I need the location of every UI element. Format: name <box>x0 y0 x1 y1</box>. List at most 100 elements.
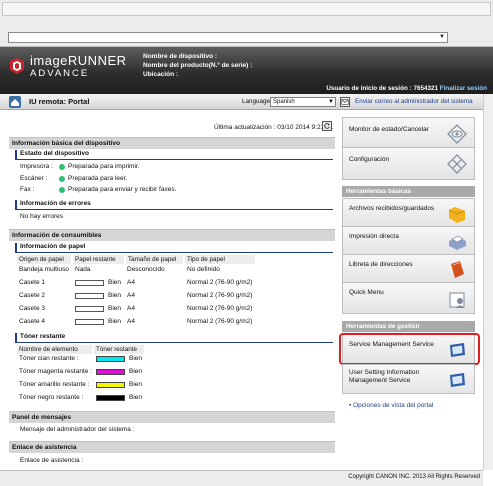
paper-source: Casete 3 <box>19 305 46 312</box>
toner-name: Tóner negro restante : <box>19 394 84 401</box>
product-name-label: Nombre del producto(N.º de serie) : <box>143 62 253 69</box>
quick-menu-icon <box>449 292 465 308</box>
toner-name: Tóner magenta restante : <box>19 368 92 375</box>
settings-tools-icon <box>447 154 467 174</box>
header-banner: imageRUNNER ADVANCE Nombre de dispositiv… <box>0 47 493 94</box>
status-ok-icon <box>59 187 65 193</box>
login-user: Usuario de inicio de sesión : 7654321 <box>326 85 438 92</box>
language-value: Spanish <box>273 99 295 105</box>
paper-col-size: Tamaño de papel <box>126 255 183 264</box>
mail-admin-link[interactable]: Enviar correo al administrador del siste… <box>355 98 473 105</box>
user-info: Usuario de inicio de sesión : 7654321 Fi… <box>326 85 487 92</box>
consumables-heading: Información de consumibles <box>9 229 335 241</box>
scanner-label: Escáner : <box>20 175 48 182</box>
toner-level-bar <box>96 356 125 362</box>
address-book-button[interactable]: Libreta de direcciones <box>342 254 475 283</box>
paper-size: Desconocido <box>127 266 165 273</box>
last-update: Última actualización : 03/10 2014 9:21:3… <box>214 124 334 131</box>
settings-button[interactable]: Configuración <box>342 147 475 180</box>
paper-remaining: Bien <box>108 292 122 299</box>
toner-level-bar <box>96 369 125 375</box>
paper-level-bar <box>75 280 104 286</box>
monitor-eye-icon <box>447 124 467 144</box>
direct-print-button[interactable]: Impresión directa <box>342 226 475 255</box>
basic-info-heading: Información básica del dispositivo <box>9 137 335 149</box>
paper-type: No definido <box>187 266 220 273</box>
quick-menu-label: Quick Menu <box>349 289 384 296</box>
portal-titlebar: IU remota: Portal Language: Spanish ▼ En… <box>0 94 483 110</box>
messages-text: Mensaje del administrador del sistema : <box>20 426 135 433</box>
address-dropdown[interactable]: ▼ <box>8 32 448 43</box>
language-select[interactable]: Spanish ▼ <box>270 97 336 107</box>
messages-heading: Panel de mensajes <box>9 411 335 423</box>
location-label: Ubicación : <box>143 71 179 78</box>
device-name-label: Nombre de dispositivo : <box>143 53 218 60</box>
user-setting-label-1: User Setting Information <box>349 369 420 376</box>
toner-value: Bien <box>129 355 143 362</box>
toner-value: Bien <box>129 368 143 375</box>
device-status-heading: Estado del dispositivo <box>15 150 333 160</box>
folder-icon <box>448 207 466 223</box>
toner-col-remaining: Tóner restante <box>94 345 144 354</box>
support-heading: Enlace de asistencia <box>9 441 335 453</box>
error-info-heading: Información de errores <box>15 200 333 210</box>
paper-remaining: Nada <box>75 266 91 273</box>
logo-text: imageRUNNER <box>30 53 127 68</box>
refresh-icon[interactable] <box>322 121 332 131</box>
logout-link[interactable]: Finalizar sesión <box>440 85 487 92</box>
received-files-label: Archivos recibidos/guardados <box>349 205 435 212</box>
paper-size: A4 <box>127 279 135 286</box>
user-setting-management-button[interactable]: User Setting Information Management Serv… <box>342 364 475 394</box>
user-setting-icon <box>450 373 465 387</box>
browser-toolbar <box>2 2 491 16</box>
scanner-status: Preparada para leer. <box>68 175 128 182</box>
toner-col-name: Nombre de elemento <box>17 345 92 354</box>
chevron-down-icon: ▼ <box>328 99 334 105</box>
language-label: Language: <box>242 98 272 105</box>
paper-remaining: Bien <box>108 318 122 325</box>
paper-size: A4 <box>127 292 135 299</box>
logo-icon <box>10 58 24 74</box>
paper-size: A4 <box>127 305 135 312</box>
status-ok-icon <box>59 176 65 182</box>
error-text: No hay errores <box>20 213 63 220</box>
support-text: Enlace de asistencia : <box>20 457 84 464</box>
address-book-icon <box>451 261 464 278</box>
direct-print-label: Impresión directa <box>349 233 399 240</box>
toner-name: Tóner cian restante : <box>19 355 79 362</box>
paper-size: A4 <box>127 318 135 325</box>
paper-info-heading: Información de papel <box>15 243 333 253</box>
toner-level-bar <box>96 382 125 388</box>
portal-view-options-link[interactable]: ▪ Opciones de vista del portal <box>349 402 433 409</box>
toner-heading: Tóner restante <box>15 333 333 343</box>
paper-source: Bandeja multiuso <box>19 266 69 273</box>
paper-col-source: Origen de papel <box>17 255 71 264</box>
toner-value: Bien <box>129 394 143 401</box>
paper-type: Normal 2 (76-90 g/m2) <box>187 318 253 325</box>
received-files-button[interactable]: Archivos recibidos/guardados <box>342 198 475 227</box>
printer-status: Preparada para imprimir. <box>68 163 140 170</box>
browser-chrome: ▼ <box>0 0 493 47</box>
logo-subtext: ADVANCE <box>30 68 90 79</box>
monitor-status-button[interactable]: Monitor de estado/Cancelar <box>342 117 475 150</box>
copyright: Copyright CANON INC. 2013 All Rights Res… <box>348 474 480 480</box>
paper-col-remaining: Papel restante <box>73 255 124 264</box>
printer-icon <box>449 235 466 250</box>
quick-menu-button[interactable]: Quick Menu <box>342 282 475 314</box>
paper-type: Normal 2 (76-90 g/m2) <box>187 279 253 286</box>
settings-label: Configuración <box>349 156 390 163</box>
user-setting-label-2: Management Service <box>349 377 411 384</box>
toner-name: Tóner amarillo restante : <box>19 381 90 388</box>
page-title: IU remota: Portal <box>29 97 90 106</box>
mail-icon[interactable] <box>340 97 350 107</box>
paper-level-bar <box>75 293 104 299</box>
paper-source: Casete 2 <box>19 292 46 299</box>
chevron-down-icon[interactable]: ▼ <box>438 34 446 41</box>
paper-col-type: Tipo de papel <box>185 255 255 264</box>
paper-remaining: Bien <box>108 305 122 312</box>
page-scrollbar[interactable] <box>483 94 493 470</box>
printer-label: Impresora : <box>20 163 53 170</box>
status-ok-icon <box>59 164 65 170</box>
basic-tools-heading: Herramientas básicas <box>342 186 475 197</box>
portal-home-icon <box>9 96 21 108</box>
